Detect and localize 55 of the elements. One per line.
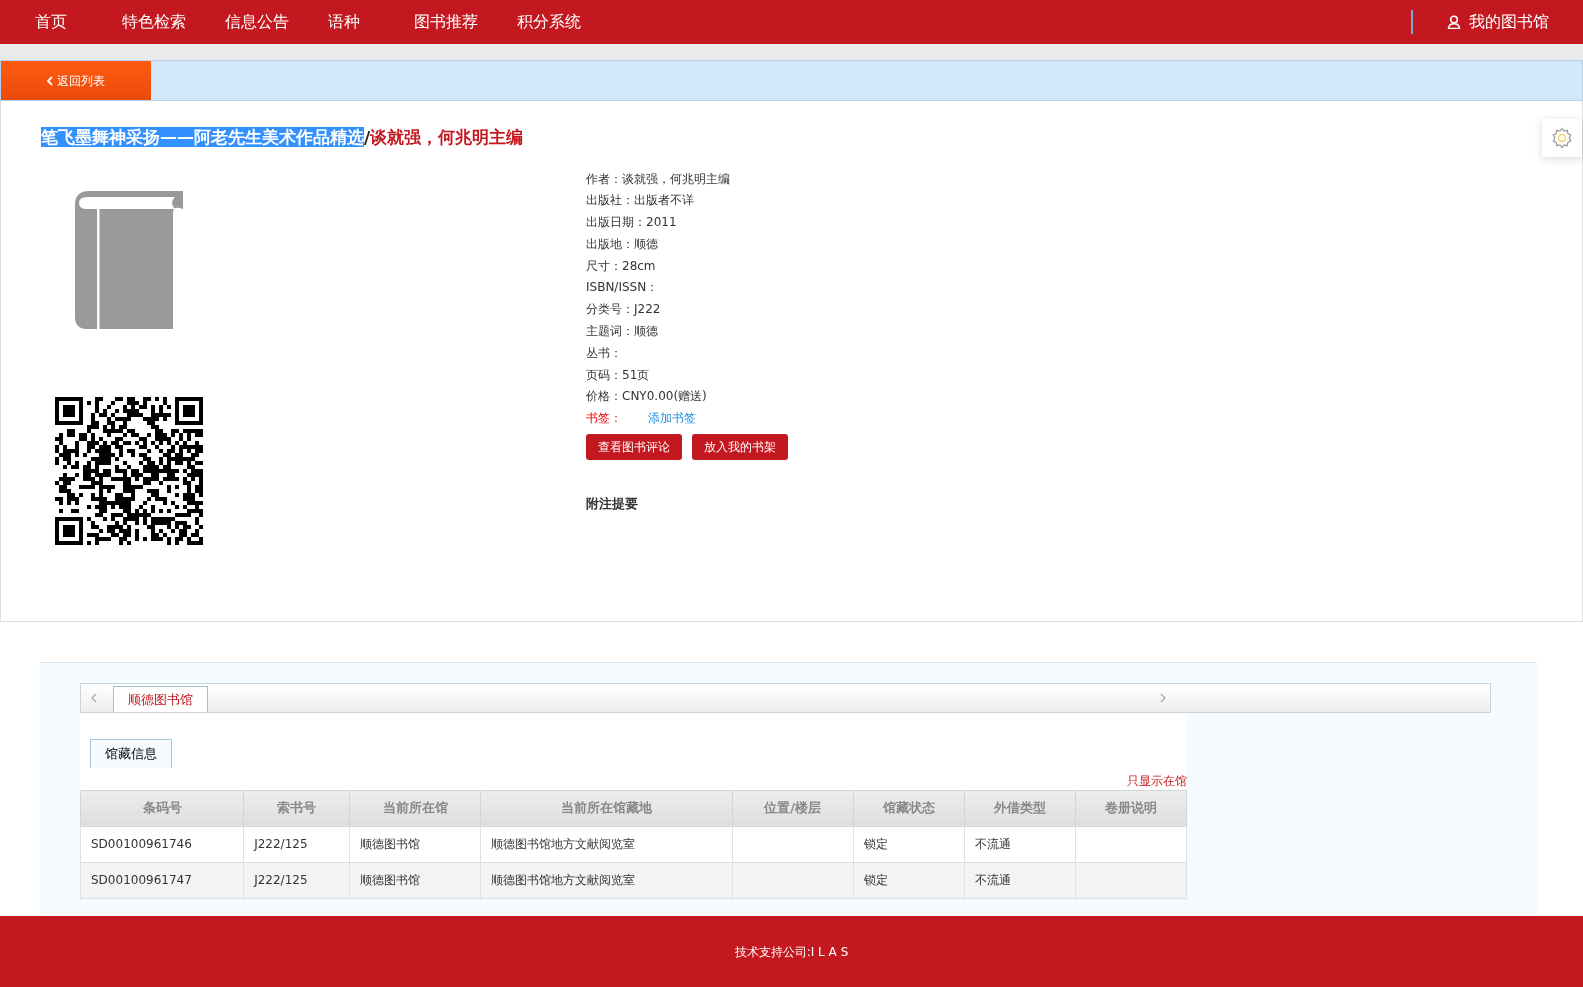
table-cell: J222/125 — [254, 837, 308, 851]
nav-link[interactable]: 语种 — [320, 10, 406, 34]
nav-link[interactable]: 积分系统 — [509, 10, 612, 34]
back-to-list-button[interactable]: 返回列表 — [1, 61, 151, 100]
library-tab[interactable]: 顺德图书馆 — [113, 685, 208, 712]
settings-icon[interactable] — [1551, 127, 1573, 149]
add-bookmark-link[interactable]: 添加书签 — [648, 411, 696, 426]
detail-row-text: 出版日期：2011 — [586, 214, 678, 232]
action-button[interactable]: 查看图书评论 — [586, 434, 682, 461]
detail-row-text: 尺寸：28cm — [586, 257, 657, 275]
column-header: 外借类型 — [964, 790, 1076, 826]
detail-row-text: ISBN/ISSN： — [586, 279, 660, 297]
table-cell: 锁定 — [863, 837, 888, 851]
table-cell: 顺德图书馆地方文献阅览室 — [491, 837, 636, 851]
user-icon — [1447, 15, 1461, 29]
nav-link[interactable]: 首页 — [27, 10, 114, 34]
column-header: 位置/楼层 — [732, 790, 854, 826]
book-icon — [75, 190, 185, 329]
table-cell: 不流通 — [974, 873, 1011, 887]
scroll-right-icon[interactable] — [1160, 693, 1166, 703]
detail-row-text: 价格：CNY0.00(赠送) — [586, 388, 708, 406]
detail-row-text: 出版地：顺德 — [586, 235, 659, 253]
detail-row-text: 丛书： — [586, 344, 623, 362]
column-header: 当前所在馆藏地 — [480, 790, 733, 826]
book-title: 笔飞墨舞神采扬——阿老先生美术作品精选/谈就强，何兆明主编 — [41, 126, 525, 149]
table-cell: 顺德图书馆地方文献阅览室 — [491, 873, 636, 887]
detail-row-text: 分类号：J222 — [586, 301, 662, 319]
column-header: 索书号 — [243, 790, 350, 826]
action-button[interactable]: 放入我的书架 — [692, 434, 788, 461]
column-header: 当前所在馆 — [349, 790, 481, 826]
table-cell: 顺德图书馆 — [360, 837, 421, 851]
column-header: 条码号 — [80, 790, 244, 826]
detail-label: 书签： — [586, 411, 622, 426]
table-cell: 锁定 — [863, 873, 888, 887]
scroll-left-icon[interactable] — [91, 693, 97, 703]
nav-link[interactable]: 图书推荐 — [406, 10, 509, 34]
notes-heading: 附注提要 — [586, 495, 639, 514]
footer-text: 技术支持公司:I L A S — [734, 943, 849, 961]
table-cell: 顺德图书馆 — [360, 873, 421, 887]
table-cell: 不流通 — [974, 837, 1011, 851]
detail-row-text: 作者：谈就强，何兆明主编 — [586, 170, 731, 188]
detail-row-text: 主题词：顺德 — [586, 323, 659, 341]
chevron-left-icon — [47, 75, 53, 86]
holdings-tab[interactable]: 馆藏信息 — [90, 739, 172, 768]
nav-link[interactable]: 特色检索 — [114, 10, 217, 34]
detail-row-text: 页码：51页 — [586, 366, 651, 384]
column-header: 卷册说明 — [1075, 790, 1187, 826]
detail-row-text: 出版社：出版者不详 — [586, 192, 695, 210]
table-cell: J222/125 — [254, 873, 308, 887]
column-header: 馆藏状态 — [853, 790, 965, 826]
my-library-link[interactable]: 我的图书馆 — [1461, 10, 1557, 34]
table-cell: SD00100961746 — [91, 837, 192, 851]
nav-link[interactable]: 信息公告 — [217, 10, 320, 34]
show-available-only-link[interactable]: 只显示在馆 — [1127, 773, 1187, 788]
table-cell: SD00100961747 — [91, 873, 192, 887]
